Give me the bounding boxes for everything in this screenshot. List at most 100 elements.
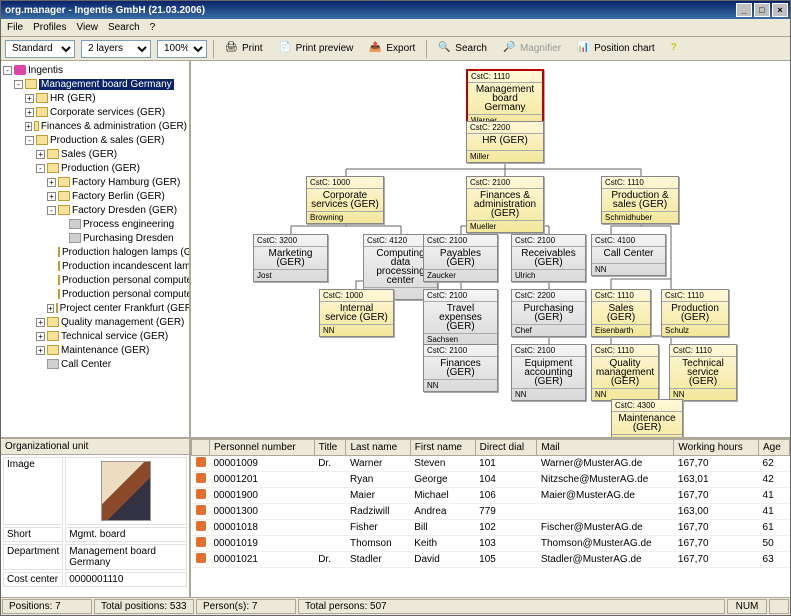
tree-item[interactable]: HR (GER) [50, 93, 96, 104]
menu-file[interactable]: File [7, 22, 23, 33]
search-button[interactable]: 🔍Search [433, 40, 492, 58]
grid-column[interactable]: First name [410, 440, 475, 456]
chart-node[interactable]: CstC: 2100Receivables (GER)Ulrich [511, 234, 586, 282]
chart-node[interactable]: CstC: 1110Production (GER)Schulz [661, 289, 729, 337]
tree-item[interactable]: Production (GER) [61, 163, 140, 174]
chart-node[interactable]: CstC: 4100Call CenterNN [591, 234, 666, 276]
grid-row[interactable]: 00001009Dr.WarnerSteven101Warner@MusterA… [192, 456, 790, 472]
maximize-button[interactable]: □ [754, 3, 770, 17]
layers-select[interactable]: 2 layers [81, 40, 151, 58]
tree-item[interactable]: Production incandescent lamps (GER) [62, 261, 189, 272]
chart-node[interactable]: CstC: 2100Travel expenses (GER)Sachsen [423, 289, 498, 346]
grid-column[interactable]: Title [314, 440, 346, 456]
tree-item[interactable]: Project center Frankfurt (GER) [60, 303, 189, 314]
close-button[interactable]: × [772, 3, 788, 17]
grid-row[interactable]: 00001300RadziwillAndrea779163,0041 [192, 504, 790, 520]
tree-item[interactable]: Purchasing Dresden [83, 233, 174, 244]
expand-toggle[interactable]: + [47, 178, 56, 187]
chart-node[interactable]: CstC: 1000Internal service (GER)NN [319, 289, 394, 337]
personnel-grid[interactable]: Personnel numberTitleLast nameFirst name… [191, 439, 790, 597]
expand-toggle[interactable]: + [25, 94, 34, 103]
chart-node[interactable]: CstC: 1110Technical service (GER)NN [669, 344, 737, 401]
grid-row[interactable]: 00001019ThomsonKeith103Thomson@MusterAG.… [192, 536, 790, 552]
tree-item[interactable]: Technical service (GER) [61, 331, 168, 342]
tree-item[interactable]: Production halogen lamps (GER) [62, 247, 189, 258]
chart-node[interactable]: CstC: 4300Maintenance (GER)Weitz [611, 399, 683, 437]
chart-node[interactable]: CstC: 2200HR (GER)Miller [466, 121, 544, 163]
menu-search[interactable]: Search [108, 22, 140, 33]
grid-column[interactable]: Age [759, 440, 790, 456]
tree-item[interactable]: Production & sales (GER) [50, 135, 165, 146]
tree-item[interactable]: Production personal computer II (GER) [62, 289, 189, 300]
expand-toggle[interactable]: - [36, 164, 45, 173]
search-icon: 🔍 [438, 42, 452, 56]
grid-column[interactable]: Direct dial [475, 440, 537, 456]
position-button[interactable]: 📊Position chart [572, 40, 660, 58]
preview-button[interactable]: 📄Print preview [274, 40, 359, 58]
org-icon [36, 93, 48, 103]
expand-toggle[interactable]: + [36, 346, 45, 355]
profile-select[interactable]: Standard [5, 40, 75, 58]
grid-row[interactable]: 00001201RyanGeorge104Nitzsche@MusterAG.d… [192, 472, 790, 488]
expand-toggle[interactable]: - [47, 206, 56, 215]
expand-toggle[interactable]: - [3, 66, 12, 75]
chart-node[interactable]: CstC: 1000Corporate services (GER)Browni… [306, 176, 384, 224]
grid-column[interactable]: Personnel number [210, 440, 315, 456]
tree-item[interactable]: Sales (GER) [61, 149, 117, 160]
org-chart[interactable]: CstC: 1110Management board GermanyWarner… [191, 61, 790, 437]
person-photo [101, 461, 151, 521]
expand-toggle[interactable]: + [36, 332, 45, 341]
expand-toggle[interactable]: - [14, 80, 23, 89]
detail-value: 0000001110 [65, 572, 187, 587]
expand-toggle[interactable]: - [25, 136, 34, 145]
tree-item[interactable]: Factory Dresden (GER) [72, 205, 177, 216]
expand-toggle[interactable]: + [47, 304, 54, 313]
print-button[interactable]: 🖨Print [220, 40, 268, 58]
tree-item[interactable]: Process engineering [83, 219, 174, 230]
zoom-select[interactable]: 100% [157, 40, 207, 58]
tree-item[interactable]: Factory Berlin (GER) [72, 191, 165, 202]
person-icon [196, 489, 206, 499]
grid-column[interactable]: Mail [537, 440, 674, 456]
org-tree[interactable]: -Ingentis -Management board Germany +HR … [1, 61, 189, 437]
expand-toggle[interactable]: + [25, 108, 34, 117]
menu-help[interactable]: ? [150, 22, 156, 33]
grid-row[interactable]: 00001018FisherBill102Fischer@MusterAG.de… [192, 520, 790, 536]
minimize-button[interactable]: _ [736, 3, 752, 17]
expand-toggle[interactable]: + [36, 150, 45, 159]
tree-item[interactable]: Finances & administration (GER) [41, 121, 187, 132]
grid-column[interactable]: Working hours [674, 440, 759, 456]
help-button[interactable]: ? [666, 40, 690, 58]
chart-node[interactable]: CstC: 1110Sales (GER)Eisenbarth [591, 289, 651, 337]
chart-node[interactable]: CstC: 2200Purchasing (GER)Chef [511, 289, 586, 337]
tree-item[interactable]: Call Center [61, 359, 111, 370]
chart-node[interactable]: CstC: 2100Finances (GER)NN [423, 344, 498, 392]
chart-node[interactable]: CstC: 1110Quality management (GER)NN [591, 344, 659, 401]
expand-toggle[interactable]: + [47, 192, 56, 201]
tree-item[interactable]: Factory Hamburg (GER) [72, 177, 180, 188]
tree-item[interactable]: Production personal computer I (GER) [62, 275, 189, 286]
menu-profiles[interactable]: Profiles [33, 22, 66, 33]
chart-node-root[interactable]: CstC: 1110Management board GermanyWarner [466, 69, 544, 128]
org-icon [58, 205, 70, 215]
chart-node[interactable]: CstC: 2100Equipment accounting (GER)NN [511, 344, 586, 401]
tree-item[interactable]: Maintenance (GER) [61, 345, 149, 356]
tree-item[interactable]: Corporate services (GER) [50, 107, 165, 118]
grid-column[interactable]: Last name [346, 440, 410, 456]
menu-view[interactable]: View [76, 22, 98, 33]
tree-root[interactable]: Ingentis [28, 65, 63, 76]
chart-node[interactable]: CstC: 2100Payables (GER)Zaucker [423, 234, 498, 282]
grid-row[interactable]: 00001021Dr.StadlerDavid105Stadler@Muster… [192, 552, 790, 568]
tree-item[interactable]: Quality management (GER) [61, 317, 184, 328]
chart-node[interactable]: CstC: 2100Finances & administration (GER… [466, 176, 544, 233]
chart-node[interactable]: CstC: 1110Production & sales (GER)Schmid… [601, 176, 679, 224]
tree-item[interactable]: Management board Germany [39, 79, 174, 90]
expand-toggle[interactable]: + [25, 122, 32, 131]
toolbar: Standard 2 layers 100% 🖨Print 📄Print pre… [1, 37, 790, 61]
export-button[interactable]: 📤Export [364, 40, 420, 58]
org-icon [58, 247, 60, 257]
grid-row[interactable]: 00001900MaierMichael106Maier@MusterAG.de… [192, 488, 790, 504]
chart-node[interactable]: CstC: 3200Marketing (GER)Jost [253, 234, 328, 282]
expand-toggle[interactable]: + [36, 318, 45, 327]
magnifier-button[interactable]: 🔎Magnifier [498, 40, 566, 58]
